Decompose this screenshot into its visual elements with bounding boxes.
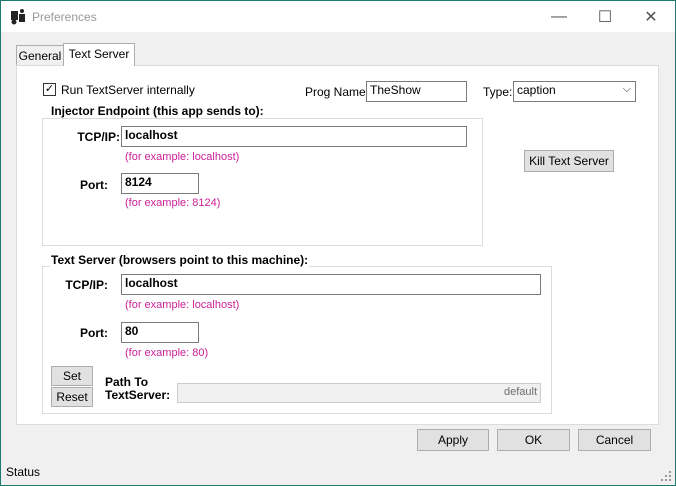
run-internally-checkbox[interactable]: ✓ — [43, 83, 56, 96]
close-button[interactable]: ✕ — [628, 1, 674, 32]
prog-name-label: Prog Name: — [305, 85, 370, 99]
type-select-value: caption — [517, 83, 556, 97]
text-server-tcp-label: TCP/IP: — [65, 278, 108, 292]
path-input[interactable]: default — [177, 383, 541, 403]
text-server-port-example: (for example: 80) — [125, 347, 209, 359]
injector-port-input[interactable]: 8124 — [121, 173, 199, 194]
injector-tcp-example: (for example: localhost) — [125, 151, 240, 163]
injector-tcp-input[interactable]: localhost — [121, 126, 467, 147]
minimize-button[interactable]: — — [536, 1, 582, 32]
tab-text-server[interactable]: Text Server — [63, 43, 135, 66]
injector-port-example: (for example: 8124) — [125, 197, 221, 209]
path-label-line1: Path To — [105, 375, 149, 389]
prog-name-input[interactable]: TheShow — [366, 81, 467, 102]
apply-button[interactable]: Apply — [417, 429, 489, 451]
text-server-tcp-input[interactable]: localhost — [121, 274, 541, 295]
type-label: Type: — [483, 85, 513, 99]
title-bar[interactable]: Preferences — ☐ ✕ — [1, 1, 675, 32]
cancel-button[interactable]: Cancel — [578, 429, 651, 451]
path-label-line2: TextServer: — [105, 388, 171, 402]
text-server-panel: ✓ Run TextServer internally Prog Name: T… — [16, 65, 659, 425]
window-title: Preferences — [32, 10, 97, 24]
status-bar: Status — [1, 460, 675, 485]
text-server-port-label: Port: — [80, 326, 108, 340]
maximize-button[interactable]: ☐ — [582, 1, 628, 32]
app-icon — [11, 9, 25, 25]
status-text: Status — [6, 465, 41, 479]
ok-button[interactable]: OK — [497, 429, 570, 451]
resize-grip-icon[interactable] — [660, 470, 672, 482]
tab-general[interactable]: General — [16, 45, 64, 66]
injector-tcp-label: TCP/IP: — [77, 130, 120, 144]
preferences-window: Preferences — ☐ ✕ General Text Server ✓ … — [0, 0, 676, 486]
type-select[interactable]: caption ⌵ — [513, 81, 636, 102]
set-button[interactable]: Set — [51, 366, 93, 386]
chevron-down-icon: ⌵ — [622, 83, 631, 95]
text-server-tcp-example: (for example: localhost) — [125, 299, 240, 311]
injector-endpoint-title: Injector Endpoint (this app sends to): — [50, 104, 265, 118]
text-server-title: Text Server (browsers point to this mach… — [50, 253, 310, 267]
kill-text-server-button[interactable]: Kill Text Server — [524, 150, 614, 172]
text-server-port-input[interactable]: 80 — [121, 322, 199, 343]
injector-port-label: Port: — [80, 178, 108, 192]
reset-button[interactable]: Reset — [51, 387, 93, 407]
run-internally-label: Run TextServer internally — [61, 83, 195, 97]
